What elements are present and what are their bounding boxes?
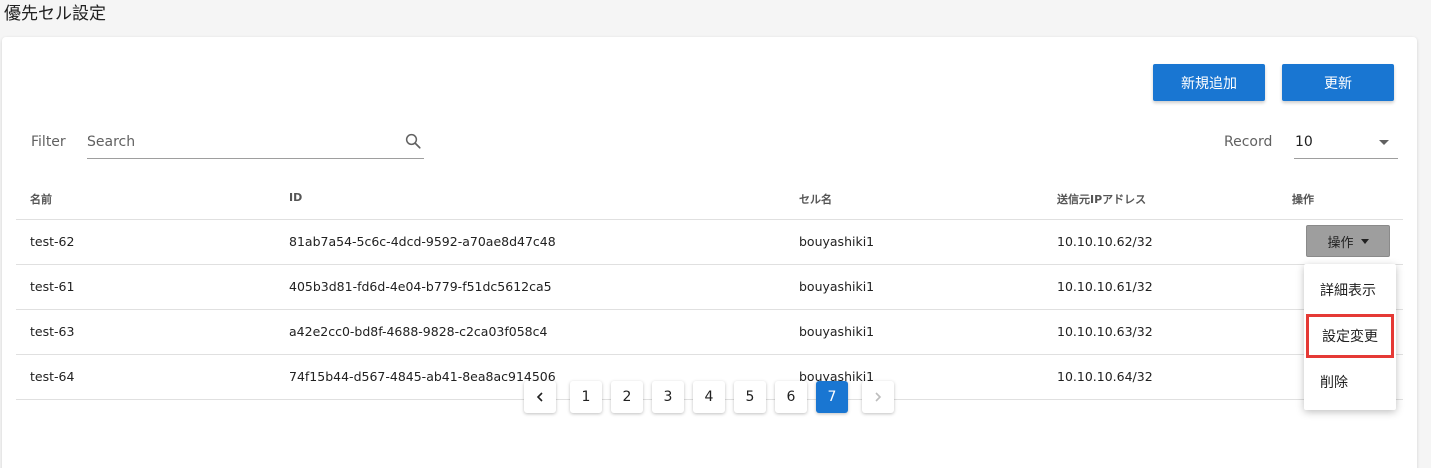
cell-ip: 10.10.10.62/32 [1057,234,1153,249]
pagination-next[interactable] [862,381,894,413]
refresh-button[interactable]: 更新 [1282,64,1394,101]
filter-label: Filter [31,134,66,150]
cell-ip: 10.10.10.63/32 [1057,324,1153,339]
cell-name: test-64 [30,369,75,384]
pagination-page-3[interactable]: 3 [652,381,684,413]
chevron-left-icon [536,392,543,402]
table-row: test-63 a42e2cc0-bd8f-4688-9828-c2ca03f0… [16,310,1403,355]
cell-ip: 10.10.10.61/32 [1057,279,1153,294]
cell-id: 74f15b44-d567-4845-ab41-8ea8ac914506 [289,369,556,384]
cell-name: test-61 [30,279,75,294]
menu-item-delete[interactable]: 削除 [1304,360,1396,404]
menu-item-details[interactable]: 詳細表示 [1304,268,1396,312]
data-table: 名前 ID セル名 送信元IPアドレス 操作 test-62 81ab7a54-… [16,175,1403,400]
header-cell-name: セル名 [799,193,832,206]
cell-id: 405b3d81-fd6d-4e04-b779-f51dc5612ca5 [289,279,552,294]
cell-cell-name: bouyashiki1 [799,234,875,249]
pagination-page-7[interactable]: 7 [816,381,848,413]
search-icon[interactable] [404,132,422,150]
pagination-page-5[interactable]: 5 [734,381,766,413]
cell-name: test-63 [30,324,75,339]
cell-ip: 10.10.10.64/32 [1057,369,1153,384]
chevron-down-icon [1379,140,1389,145]
pagination-page-2[interactable]: 2 [611,381,643,413]
page-title: 優先セル設定 [4,4,106,24]
add-button[interactable]: 新規追加 [1153,64,1265,101]
cell-id: 81ab7a54-5c6c-4dcd-9592-a70ae8d47c48 [289,234,556,249]
cell-name: test-62 [30,234,75,249]
table-row: test-61 405b3d81-fd6d-4e04-b779-f51dc561… [16,265,1403,310]
operation-button-label: 操作 [1327,235,1354,251]
pagination-page-6[interactable]: 6 [775,381,807,413]
pagination-page-4[interactable]: 4 [693,381,725,413]
table-header: 名前 ID セル名 送信元IPアドレス 操作 [16,175,1403,220]
cell-cell-name: bouyashiki1 [799,324,875,339]
header-id: ID [289,191,303,204]
header-operation: 操作 [1292,193,1314,206]
search-input[interactable] [87,125,387,158]
pagination-prev[interactable] [524,381,556,413]
pagination-page-1[interactable]: 1 [570,381,602,413]
header-source-ip: 送信元IPアドレス [1057,193,1147,206]
search-field [87,125,424,159]
record-label: Record [1224,134,1273,150]
cell-cell-name: bouyashiki1 [799,279,875,294]
operation-button[interactable]: 操作 [1306,225,1390,257]
header-name: 名前 [30,193,52,206]
record-value: 10 [1295,134,1313,150]
table-row: test-62 81ab7a54-5c6c-4dcd-9592-a70ae8d4… [16,220,1403,265]
caret-down-icon [1360,238,1369,244]
record-select[interactable]: 10 [1294,125,1398,159]
menu-item-edit-settings[interactable]: 設定変更 [1306,314,1394,358]
cell-id: a42e2cc0-bd8f-4688-9828-c2ca03f058c4 [289,324,548,339]
chevron-right-icon [875,392,882,402]
operation-menu: 詳細表示 設定変更 削除 [1304,264,1396,410]
